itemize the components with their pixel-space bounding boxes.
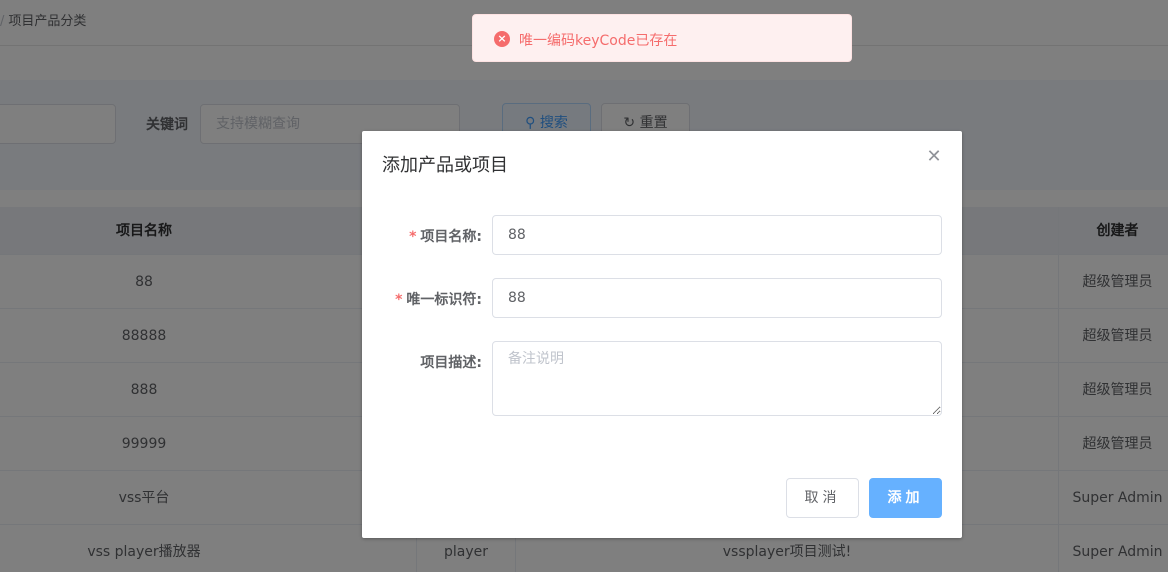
add-button[interactable]: 添加 [869, 478, 942, 518]
unique-key-label: * 唯一标识符: [362, 289, 482, 309]
unique-key-input[interactable]: 88 [492, 278, 942, 318]
project-name-label-text: 项目名称: [420, 229, 482, 245]
unique-key-label-text: 唯一标识符: [406, 292, 482, 308]
project-desc-label: 项目描述: [420, 355, 482, 371]
required-mark: * [395, 292, 403, 308]
required-mark: * [409, 229, 417, 245]
dialog-title: 添加产品或项目 [382, 155, 508, 176]
project-name-label: * 项目名称: [362, 226, 482, 246]
close-icon[interactable]: ✕ [926, 148, 942, 166]
error-toast: × 唯一编码keyCode已存在 [472, 14, 852, 62]
project-name-input[interactable]: 88 [492, 215, 942, 255]
cancel-button[interactable]: 取消 [786, 478, 859, 518]
toast-message: 唯一编码keyCode已存在 [519, 33, 678, 49]
project-desc-textarea[interactable] [492, 341, 942, 416]
error-circle-icon: × [494, 31, 510, 47]
add-project-dialog: 添加产品或项目 ✕ *项目名称: 88 *唯一标识符: 88 项目描述: 取消 … [362, 131, 962, 538]
